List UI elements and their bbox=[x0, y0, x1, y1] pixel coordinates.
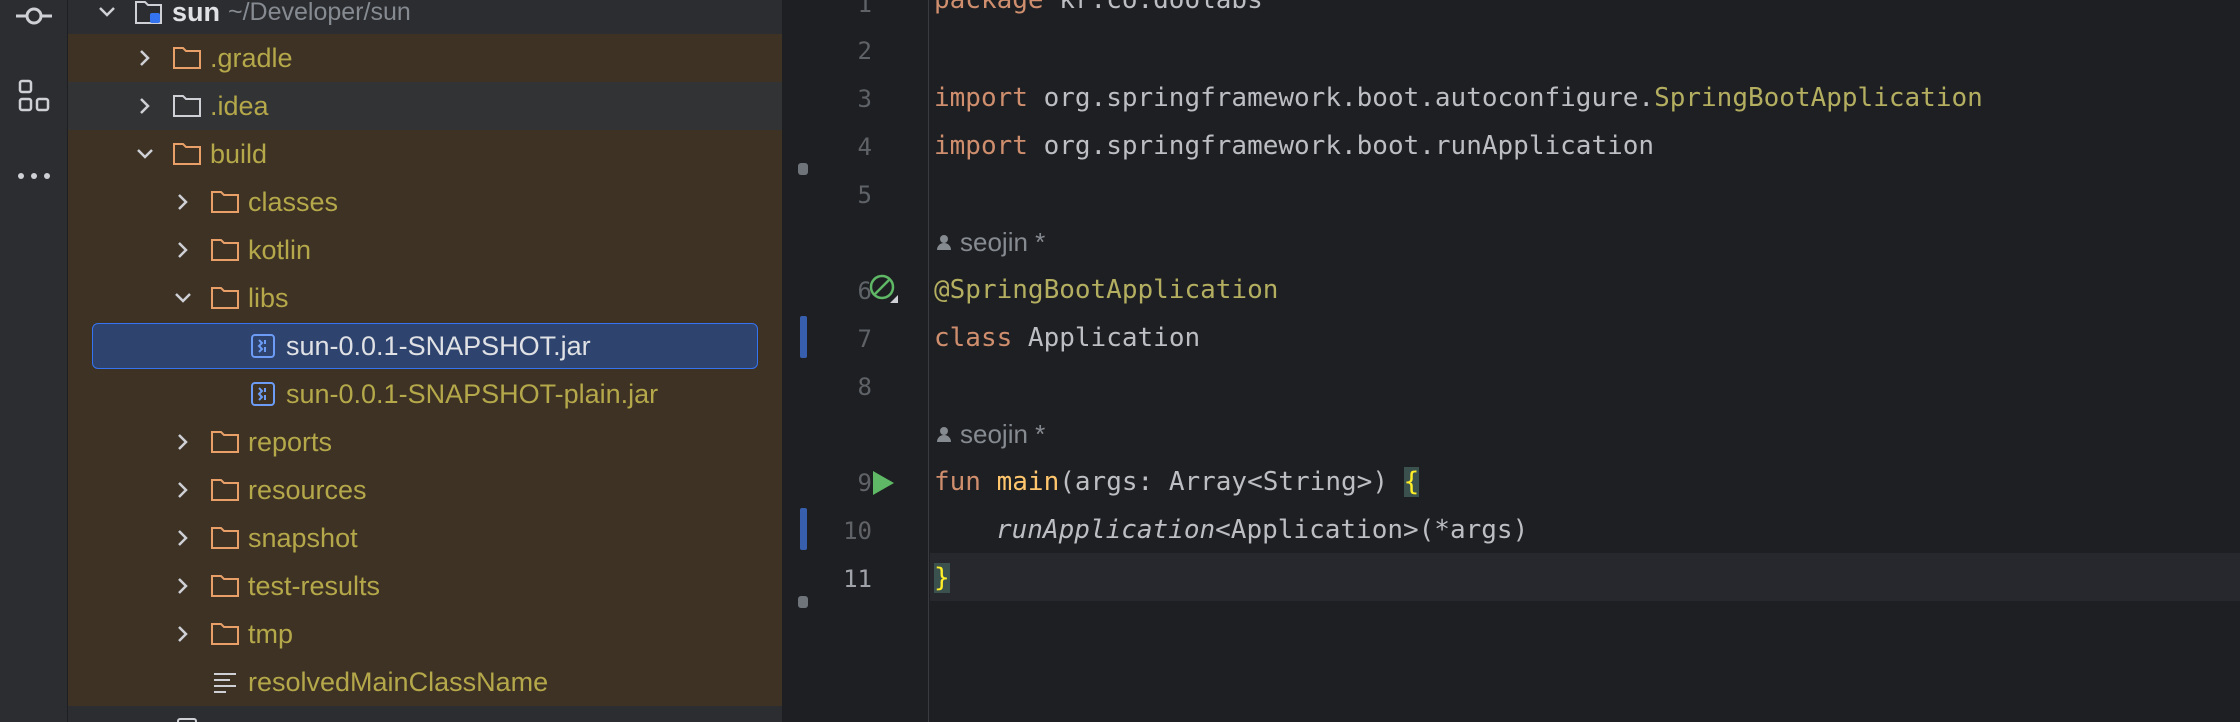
line-number: 2 bbox=[857, 37, 872, 65]
chevron-right-icon[interactable] bbox=[172, 239, 194, 261]
jar-icon bbox=[248, 381, 278, 407]
root-path: ~/Developer/sun bbox=[228, 0, 411, 26]
tree-item-idea[interactable]: .idea bbox=[68, 82, 782, 130]
folder-icon bbox=[172, 93, 202, 119]
text-file-icon bbox=[210, 669, 240, 695]
tree-item-label: .gradle bbox=[210, 42, 293, 73]
folder-icon bbox=[210, 429, 240, 455]
code-line-7: class Application bbox=[934, 323, 1201, 353]
tree-root-sun[interactable]: sun ~/Developer/sun bbox=[68, 0, 782, 36]
editor-gutter: 1 2 3 4 5 6 7 8 9 10 11 bbox=[782, 0, 971, 722]
folder-icon bbox=[172, 45, 202, 71]
chevron-down-icon[interactable] bbox=[134, 143, 156, 165]
code-line-6: @SpringBootApplication bbox=[934, 275, 1279, 305]
project-tree: sun ~/Developer/sun .gradle .idea build bbox=[68, 0, 782, 722]
line-number: 8 bbox=[857, 373, 872, 401]
line-number: 1 bbox=[857, 0, 872, 18]
chevron-right-icon[interactable] bbox=[172, 479, 194, 501]
tree-item-kotlin[interactable]: kotlin bbox=[68, 226, 782, 274]
tree-item-label: kotlin bbox=[248, 234, 312, 265]
folder-icon bbox=[172, 141, 202, 167]
tree-item-label: build bbox=[210, 138, 268, 169]
file-icon bbox=[172, 717, 202, 722]
author-hint-text: seojin * bbox=[960, 419, 1046, 449]
line-number: 3 bbox=[857, 85, 872, 113]
line-number: 7 bbox=[857, 325, 872, 353]
tree-item-label: sun-0.0.1-SNAPSHOT-plain.jar bbox=[286, 378, 659, 409]
folder-icon bbox=[210, 621, 240, 647]
tree-item-label: snapshot bbox=[248, 522, 358, 553]
change-marker[interactable] bbox=[800, 316, 807, 358]
more-icon[interactable] bbox=[8, 152, 60, 200]
code-line-1: package kr.co.doolabs bbox=[934, 0, 1263, 15]
tree-item-classes[interactable]: classes bbox=[68, 178, 782, 226]
tree-item-label: test-results bbox=[248, 570, 381, 601]
author-hint[interactable]: seojin * bbox=[936, 218, 1045, 266]
code-line-10: runApplication<Application>(*args) bbox=[996, 515, 1529, 545]
tree-item-label: .idea bbox=[210, 90, 269, 121]
chevron-right-icon[interactable] bbox=[172, 527, 194, 549]
code-editor[interactable]: package kr.co.doolabs import org.springf… bbox=[930, 0, 2240, 722]
chevron-right-icon[interactable] bbox=[134, 95, 156, 117]
tree-item-label: sun-0.0.1-SNAPSHOT.jar bbox=[286, 330, 591, 361]
line-number: 10 bbox=[843, 517, 872, 545]
chevron-down-icon[interactable] bbox=[172, 287, 194, 309]
current-line-highlight bbox=[930, 553, 2240, 601]
tree-item-resolved-main-class-name[interactable]: resolvedMainClassName bbox=[68, 658, 782, 706]
fold-marker[interactable] bbox=[798, 163, 808, 175]
tree-item-label: tmp bbox=[248, 618, 294, 649]
tree-item-label: classes bbox=[248, 186, 339, 217]
tree-item-jar-selected[interactable]: sun-0.0.1-SNAPSHOT.jar bbox=[68, 322, 782, 370]
chevron-right-icon[interactable] bbox=[134, 47, 156, 69]
user-icon bbox=[937, 427, 951, 442]
spring-bean-icon[interactable] bbox=[868, 273, 900, 309]
structure-icon[interactable] bbox=[8, 72, 60, 120]
tree-item-snapshot[interactable]: snapshot bbox=[68, 514, 782, 562]
author-hint-text: seojin * bbox=[960, 227, 1046, 257]
code-line-9: fun main(args: Array<String>) { bbox=[934, 467, 1420, 497]
folder-icon bbox=[210, 285, 240, 311]
folder-icon bbox=[210, 573, 240, 599]
tree-item-resources[interactable]: resources bbox=[68, 466, 782, 514]
tree-item-label: reports bbox=[248, 426, 333, 457]
chevron-right-icon[interactable] bbox=[172, 623, 194, 645]
tree-item-tmp[interactable]: tmp bbox=[68, 610, 782, 658]
tree-item-label: libs bbox=[248, 282, 289, 313]
tree-item-reports[interactable]: reports bbox=[68, 418, 782, 466]
folder-icon bbox=[210, 477, 240, 503]
code-line-3: import org.springframework.boot.autoconf… bbox=[934, 83, 1983, 113]
run-icon[interactable] bbox=[870, 469, 896, 501]
tree-item-gradle[interactable]: .gradle bbox=[68, 34, 782, 82]
tree-item-label: resolvedMainClassName bbox=[248, 666, 549, 697]
folder-icon bbox=[210, 189, 240, 215]
tree-item-libs[interactable]: libs bbox=[68, 274, 782, 322]
change-marker[interactable] bbox=[800, 508, 807, 550]
chevron-down-icon[interactable] bbox=[96, 1, 118, 23]
commit-icon[interactable] bbox=[8, 0, 60, 40]
code-line-11: } bbox=[934, 563, 950, 593]
tree-item-jar-plain[interactable]: sun-0.0.1-SNAPSHOT-plain.jar bbox=[68, 370, 782, 418]
line-number: 6 bbox=[857, 277, 872, 305]
line-number: 5 bbox=[857, 181, 872, 209]
folder-icon bbox=[210, 237, 240, 263]
tree-item-partial bbox=[68, 706, 782, 722]
code-line-4: import org.springframework.boot.runAppli… bbox=[934, 131, 1655, 161]
folder-icon bbox=[210, 525, 240, 551]
author-hint[interactable]: seojin * bbox=[936, 410, 1045, 458]
tree-item-test-results[interactable]: test-results bbox=[68, 562, 782, 610]
chevron-right-icon[interactable] bbox=[172, 575, 194, 597]
line-number: 11 bbox=[843, 565, 872, 593]
module-icon bbox=[134, 0, 164, 25]
activity-bar bbox=[0, 0, 68, 722]
line-number: 4 bbox=[857, 133, 872, 161]
user-icon bbox=[937, 235, 951, 250]
tree-item-label: resources bbox=[248, 474, 367, 505]
chevron-right-icon[interactable] bbox=[172, 191, 194, 213]
root-label: sun bbox=[172, 0, 221, 27]
jar-icon bbox=[248, 333, 278, 359]
tree-item-build[interactable]: build bbox=[68, 130, 782, 178]
chevron-right-icon[interactable] bbox=[172, 431, 194, 453]
line-number: 9 bbox=[857, 469, 872, 497]
fold-marker[interactable] bbox=[798, 596, 808, 608]
